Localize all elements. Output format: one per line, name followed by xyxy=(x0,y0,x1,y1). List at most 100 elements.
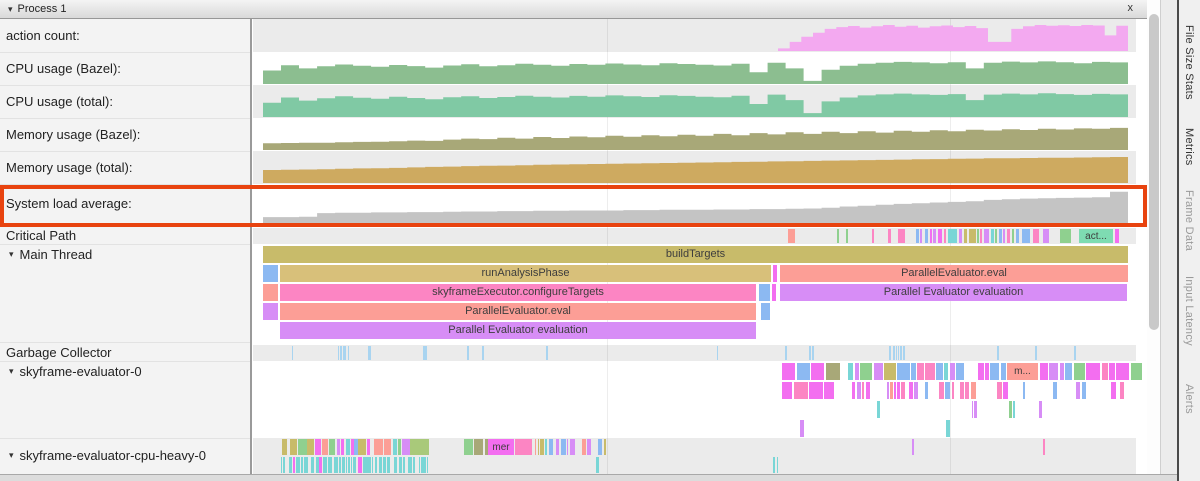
slice[interactable] xyxy=(358,439,366,455)
slice[interactable] xyxy=(549,439,554,455)
slice[interactable] xyxy=(1060,229,1071,243)
slice[interactable] xyxy=(338,346,339,360)
slice[interactable] xyxy=(916,229,919,243)
slice[interactable] xyxy=(263,303,278,320)
slice[interactable] xyxy=(334,457,338,473)
slice[interactable] xyxy=(1012,229,1014,243)
slice[interactable] xyxy=(1131,363,1142,380)
slice[interactable] xyxy=(1009,401,1012,418)
slice[interactable] xyxy=(398,439,401,455)
slice[interactable] xyxy=(1053,382,1057,399)
track-label-cpu-total[interactable]: CPU usage (total): xyxy=(6,94,113,109)
slice[interactable] xyxy=(952,382,954,399)
tab-frame-data[interactable]: Frame Data xyxy=(1183,190,1195,251)
slice[interactable] xyxy=(985,363,989,380)
slice[interactable] xyxy=(393,439,396,455)
tab-alerts[interactable]: Alerts xyxy=(1183,384,1195,414)
slice[interactable] xyxy=(950,363,955,380)
slice[interactable] xyxy=(351,457,352,473)
slice[interactable] xyxy=(482,346,484,360)
slice[interactable] xyxy=(1016,229,1019,243)
slice[interactable] xyxy=(991,229,994,243)
slice[interactable] xyxy=(897,382,900,399)
track-label-action-count[interactable]: action count: xyxy=(6,28,80,43)
slice[interactable] xyxy=(1039,401,1042,418)
slice[interactable] xyxy=(329,439,336,455)
slice[interactable] xyxy=(898,229,905,243)
track-label-main-thread[interactable]: ▾Main Thread xyxy=(6,247,92,262)
slice[interactable] xyxy=(782,363,795,380)
slice[interactable] xyxy=(1023,382,1025,399)
slice[interactable] xyxy=(933,229,936,243)
slice[interactable] xyxy=(346,439,350,455)
track-label-garbage-collector[interactable]: Garbage Collector xyxy=(6,345,112,360)
slice[interactable] xyxy=(930,229,932,243)
slice[interactable] xyxy=(901,382,905,399)
slice[interactable] xyxy=(354,439,357,455)
slice[interactable] xyxy=(925,229,928,243)
slice[interactable] xyxy=(363,457,367,473)
slice[interactable] xyxy=(785,346,787,360)
slice[interactable] xyxy=(1109,363,1115,380)
slice[interactable] xyxy=(997,382,1002,399)
slice[interactable] xyxy=(948,229,957,243)
slice[interactable] xyxy=(379,457,382,473)
slice[interactable] xyxy=(896,346,897,360)
slice[interactable] xyxy=(984,229,989,243)
slice[interactable] xyxy=(903,346,905,360)
slice[interactable] xyxy=(874,363,883,380)
slice[interactable] xyxy=(358,457,362,473)
slice[interactable] xyxy=(540,439,544,455)
slice[interactable] xyxy=(372,457,373,473)
slice[interactable] xyxy=(800,420,804,437)
slice[interactable] xyxy=(353,457,356,473)
counter-chart-mem-total[interactable] xyxy=(263,151,1128,184)
slice[interactable] xyxy=(383,457,387,473)
slice[interactable] xyxy=(893,346,895,360)
slice[interactable] xyxy=(1043,229,1049,243)
slice[interactable] xyxy=(413,457,415,473)
slice[interactable] xyxy=(464,439,473,455)
slice[interactable] xyxy=(282,439,288,455)
slice[interactable] xyxy=(1111,382,1116,399)
slice[interactable] xyxy=(969,229,976,243)
slice[interactable] xyxy=(1035,346,1037,360)
slice[interactable] xyxy=(290,439,297,455)
slice[interactable] xyxy=(1049,363,1057,380)
slice[interactable] xyxy=(556,439,559,455)
slice[interactable] xyxy=(860,363,871,380)
slice[interactable] xyxy=(911,363,916,380)
track-label-mem-total[interactable]: Memory usage (total): xyxy=(6,160,132,175)
slice[interactable] xyxy=(997,346,998,360)
counter-chart-cpu-bazel[interactable] xyxy=(263,52,1128,85)
slice[interactable] xyxy=(960,382,963,399)
slice[interactable] xyxy=(944,229,946,243)
counter-chart-mem-bazel[interactable] xyxy=(263,118,1128,151)
slice[interactable] xyxy=(367,439,370,455)
slice[interactable] xyxy=(322,439,327,455)
track-label-cpu-bazel[interactable]: CPU usage (Bazel): xyxy=(6,61,121,76)
slice[interactable] xyxy=(263,284,278,301)
slice[interactable] xyxy=(402,439,410,455)
collapse-arrow-icon[interactable]: ▾ xyxy=(8,5,13,14)
slice[interactable] xyxy=(866,382,870,399)
slice-act[interactable]: act... xyxy=(1079,229,1113,243)
slice[interactable] xyxy=(959,229,962,243)
slice[interactable] xyxy=(467,346,469,360)
slice[interactable] xyxy=(894,382,896,399)
slice[interactable] xyxy=(1116,363,1129,380)
slice[interactable] xyxy=(535,439,536,455)
slice[interactable] xyxy=(811,363,824,380)
slice[interactable] xyxy=(375,457,377,473)
slice[interactable] xyxy=(604,439,607,455)
slice[interactable] xyxy=(884,363,896,380)
slice[interactable] xyxy=(1001,363,1006,380)
slice[interactable] xyxy=(1003,229,1005,243)
slice[interactable] xyxy=(1082,382,1087,399)
slice[interactable] xyxy=(862,382,865,399)
slice[interactable] xyxy=(889,346,891,360)
slice[interactable] xyxy=(797,363,810,380)
slice-mer[interactable]: mer xyxy=(488,439,514,455)
expand-arrow-icon[interactable]: ▾ xyxy=(9,366,14,377)
slice[interactable] xyxy=(311,457,314,473)
